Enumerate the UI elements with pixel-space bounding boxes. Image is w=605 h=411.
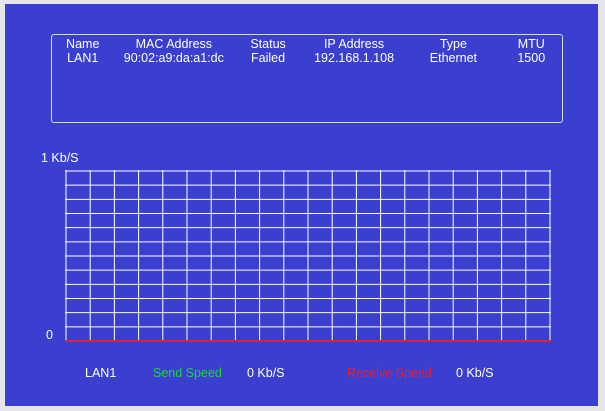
table-header-row: Name MAC Address Status IP Address Type … (52, 35, 562, 51)
y-axis-min-label: 0 (46, 328, 53, 342)
header-status: Status (250, 37, 286, 51)
cell-name: LAN1 (67, 51, 99, 65)
network-interface-table: Name MAC Address Status IP Address Type … (51, 34, 563, 123)
legend-interface: LAN1 (85, 366, 117, 380)
cell-ip-address: 192.168.1.108 (314, 51, 395, 65)
interface-table: Name MAC Address Status IP Address Type … (52, 35, 562, 65)
speed-chart (65, 170, 551, 342)
cell-mac-address: 90:02:a9:da:a1:dc (123, 51, 224, 65)
legend-send-speed-value: 0 Kb/S (247, 366, 285, 380)
header-mtu: MTU (517, 37, 545, 51)
header-type: Type (439, 37, 467, 51)
header-name: Name (66, 37, 100, 51)
cell-mtu: 1500 (517, 51, 546, 65)
legend-receive-speed-label: Receive Speed (347, 366, 432, 380)
table-row[interactable]: LAN1 90:02:a9:da:a1:dc Failed 192.168.1.… (52, 51, 562, 65)
legend-receive-speed-value: 0 Kb/S (456, 366, 494, 380)
header-ip-address: IP Address (323, 37, 385, 51)
legend-send-speed-label: Send Speed (153, 366, 222, 380)
cell-type: Ethernet (429, 51, 478, 65)
cell-status: Failed (251, 51, 286, 65)
y-axis-max-label: 1 Kb/S (41, 151, 79, 165)
network-monitor-screen: Name MAC Address Status IP Address Type … (5, 4, 598, 406)
header-mac-address: MAC Address (135, 37, 213, 51)
